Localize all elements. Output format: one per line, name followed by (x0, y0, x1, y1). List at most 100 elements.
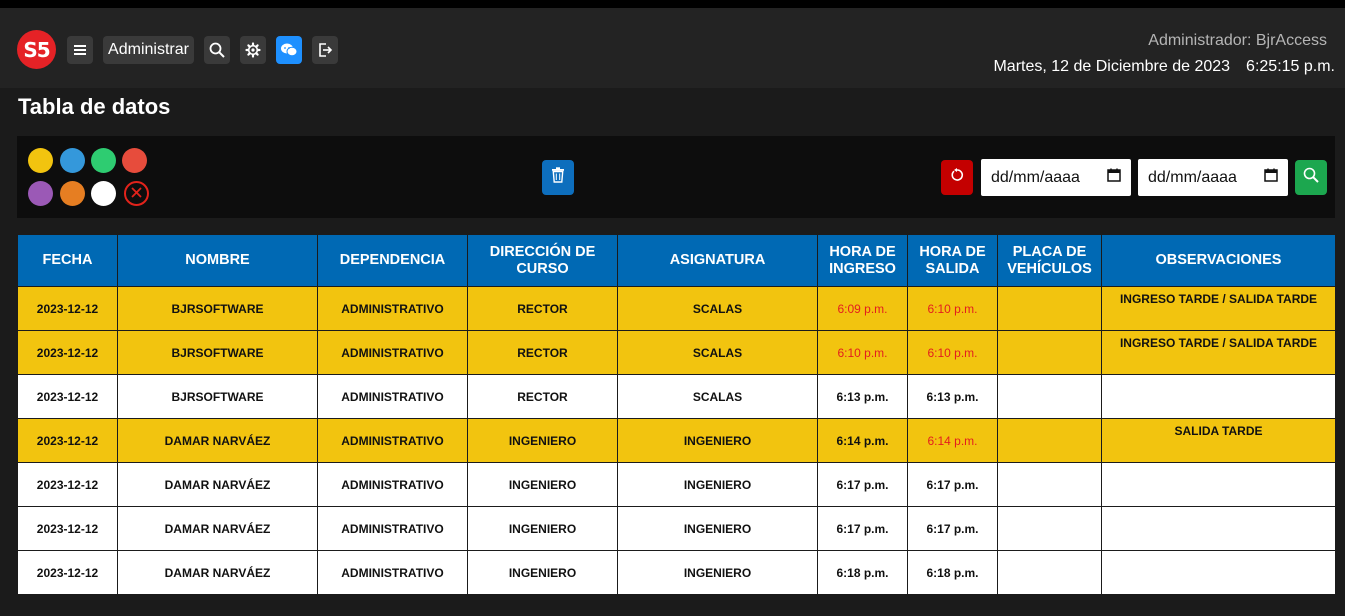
date-from-input[interactable]: dd/mm/aaaa (981, 159, 1131, 196)
app-logo[interactable]: S5 (17, 30, 56, 69)
search-icon (1303, 167, 1319, 188)
color-filter-purple[interactable] (28, 181, 53, 206)
admin-user-label: Administrador: BjrAccess (1148, 32, 1327, 49)
cell-direccion-de-curso: INGENIERO (467, 506, 618, 551)
cell-placa (997, 462, 1102, 507)
cell-observaciones (1101, 374, 1336, 419)
color-filter-red[interactable] (122, 148, 147, 173)
header-observaciones[interactable]: OBSERVACIONES (1101, 234, 1336, 287)
color-filter-blue[interactable] (60, 148, 85, 173)
cell-asignatura: INGENIERO (617, 418, 818, 463)
header-placa-de-vehiculos[interactable]: PLACA DE VEHÍCULOS (997, 234, 1102, 287)
header-dependencia[interactable]: DEPENDENCIA (317, 234, 468, 287)
date-to-input[interactable]: dd/mm/aaaa (1138, 159, 1288, 196)
search-button[interactable] (204, 36, 230, 64)
table-row[interactable]: 2023-12-12 DAMAR NARVÁEZ ADMINISTRATIVO ING… (17, 462, 1336, 507)
table-row[interactable]: 2023-12-12 BJRSOFTWARE ADMINISTRATIVO RECTO… (17, 286, 1336, 331)
cell-observaciones: SALIDA TARDE (1101, 418, 1336, 463)
color-filter-orange[interactable] (60, 181, 85, 206)
cell-hora-ingreso: 6:09 p.m. (817, 286, 908, 331)
table-row[interactable]: 2023-12-12 DAMAR NARVÁEZ ADMINISTRATIVO ING… (17, 418, 1336, 463)
app-header (0, 8, 1345, 88)
cell-fecha: 2023-12-12 (17, 330, 118, 375)
date-search-button[interactable] (1295, 160, 1327, 195)
cell-dependencia: ADMINISTRATIVO (317, 374, 468, 419)
cell-fecha: 2023-12-12 (17, 374, 118, 419)
cell-placa (997, 286, 1102, 331)
cell-dependencia: ADMINISTRATIVO (317, 462, 468, 507)
table-row[interactable]: 2023-12-12 BJRSOFTWARE ADMINISTRATIVO RECTO… (17, 374, 1336, 419)
chat-icon (280, 42, 298, 58)
date-from-placeholder: dd/mm/aaaa (991, 168, 1080, 186)
cell-hora-salida: 6:18 p.m. (907, 550, 998, 595)
header-asignatura[interactable]: ASIGNATURA (617, 234, 818, 287)
cell-hora-ingreso: 6:17 p.m. (817, 506, 908, 551)
cell-hora-salida: 6:14 p.m. (907, 418, 998, 463)
cell-direccion-de-curso: RECTOR (467, 330, 618, 375)
color-filter-white[interactable] (91, 181, 116, 206)
header-fecha[interactable]: FECHA (17, 234, 118, 287)
clear-color-filter-button[interactable] (124, 181, 149, 206)
cell-asignatura: SCALAS (617, 286, 818, 331)
chat-button[interactable] (276, 36, 302, 64)
cell-placa (997, 550, 1102, 595)
cell-direccion-de-curso: RECTOR (467, 374, 618, 419)
cell-observaciones (1101, 462, 1336, 507)
menu-icon (74, 44, 86, 56)
calendar-icon[interactable] (1264, 168, 1278, 187)
cell-hora-ingreso: 6:13 p.m. (817, 374, 908, 419)
table-row[interactable]: 2023-12-12 BJRSOFTWARE ADMINISTRATIVO RECTO… (17, 330, 1336, 375)
page-title: Tabla de datos (18, 94, 171, 119)
cell-dependencia: ADMINISTRATIVO (317, 330, 468, 375)
cell-direccion-de-curso: INGENIERO (467, 418, 618, 463)
settings-button[interactable] (240, 36, 266, 64)
color-filter-green[interactable] (91, 148, 116, 173)
table-row[interactable]: 2023-12-12 DAMAR NARVÁEZ ADMINISTRATIVO ING… (17, 550, 1336, 595)
cell-hora-ingreso: 6:10 p.m. (817, 330, 908, 375)
cell-hora-ingreso: 6:17 p.m. (817, 462, 908, 507)
cell-hora-salida: 6:13 p.m. (907, 374, 998, 419)
delete-button[interactable] (542, 160, 574, 195)
cell-nombre: DAMAR NARVÁEZ (117, 506, 318, 551)
current-datetime: Martes, 12 de Diciembre de 2023 6:25:15 p… (977, 58, 1335, 76)
cell-direccion-de-curso: RECTOR (467, 286, 618, 331)
current-date: Martes, 12 de Diciembre de 2023 (993, 58, 1231, 75)
cell-nombre: DAMAR NARVÁEZ (117, 418, 318, 463)
table-row[interactable]: 2023-12-12 DAMAR NARVÁEZ ADMINISTRATIVO ING… (17, 506, 1336, 551)
cell-hora-ingreso: 6:18 p.m. (817, 550, 908, 595)
trash-icon (551, 167, 565, 188)
cell-observaciones: INGRESO TARDE / SALIDA TARDE (1101, 286, 1336, 331)
cell-dependencia: ADMINISTRATIVO (317, 550, 468, 595)
color-filter-yellow[interactable] (28, 148, 53, 173)
cell-hora-salida: 6:17 p.m. (907, 506, 998, 551)
filter-toolbar: dd/mm/aaaa dd/mm/aaaa (17, 136, 1335, 218)
admin-menu-button[interactable]: Administrar (103, 36, 194, 64)
cell-hora-salida: 6:17 p.m. (907, 462, 998, 507)
gear-icon (245, 42, 261, 58)
logout-icon (317, 42, 333, 58)
header-hora-de-salida[interactable]: HORA DE SALIDA (907, 234, 998, 287)
cell-hora-salida: 6:10 p.m. (907, 286, 998, 331)
reset-button[interactable] (941, 160, 973, 195)
cell-nombre: BJRSOFTWARE (117, 286, 318, 331)
cell-placa (997, 330, 1102, 375)
logout-button[interactable] (312, 36, 338, 64)
header-nombre[interactable]: NOMBRE (117, 234, 318, 287)
cell-asignatura: SCALAS (617, 330, 818, 375)
cell-observaciones (1101, 506, 1336, 551)
current-time: 6:25:15 p.m. (1246, 58, 1335, 75)
header-hora-de-ingreso[interactable]: HORA DE INGRESO (817, 234, 908, 287)
cell-fecha: 2023-12-12 (17, 418, 118, 463)
menu-button[interactable] (67, 36, 93, 64)
close-icon (131, 185, 142, 203)
header-direccion-de-curso[interactable]: DIRECCIÓN DE CURSO (467, 234, 618, 287)
cell-fecha: 2023-12-12 (17, 462, 118, 507)
top-strip (0, 0, 1345, 8)
cell-hora-salida: 6:10 p.m. (907, 330, 998, 375)
date-to-placeholder: dd/mm/aaaa (1148, 168, 1237, 186)
cell-fecha: 2023-12-12 (17, 550, 118, 595)
cell-asignatura: INGENIERO (617, 550, 818, 595)
cell-dependencia: ADMINISTRATIVO (317, 418, 468, 463)
calendar-icon[interactable] (1107, 168, 1121, 187)
cell-nombre: DAMAR NARVÁEZ (117, 550, 318, 595)
